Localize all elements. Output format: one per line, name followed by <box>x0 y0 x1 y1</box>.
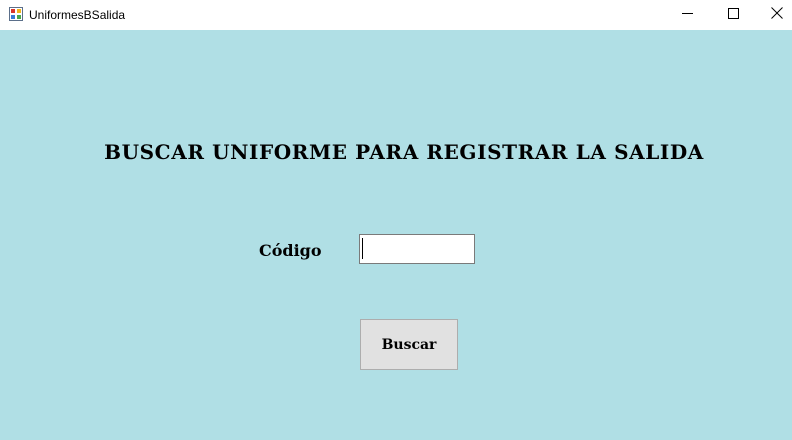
window-title: UniformesBSalida <box>29 8 126 22</box>
application-window: UniformesBSalida BUSCAR UNIFORME PARA RE… <box>0 0 792 440</box>
close-icon <box>771 6 783 24</box>
form-client-area: BUSCAR UNIFORME PARA REGISTRAR LA SALIDA… <box>0 30 792 440</box>
search-button[interactable]: Buscar <box>360 319 458 370</box>
winforms-app-icon <box>9 7 23 21</box>
text-caret <box>362 238 363 259</box>
codigo-label: Código <box>259 241 322 260</box>
title-bar[interactable]: UniformesBSalida <box>0 0 792 30</box>
form-heading: BUSCAR UNIFORME PARA REGISTRAR LA SALIDA <box>104 140 704 164</box>
maximize-icon <box>727 6 739 24</box>
codigo-input[interactable] <box>359 234 475 264</box>
minimize-button[interactable] <box>664 0 710 30</box>
minimize-icon <box>681 6 693 24</box>
close-button[interactable] <box>754 0 792 30</box>
maximize-button[interactable] <box>710 0 756 30</box>
